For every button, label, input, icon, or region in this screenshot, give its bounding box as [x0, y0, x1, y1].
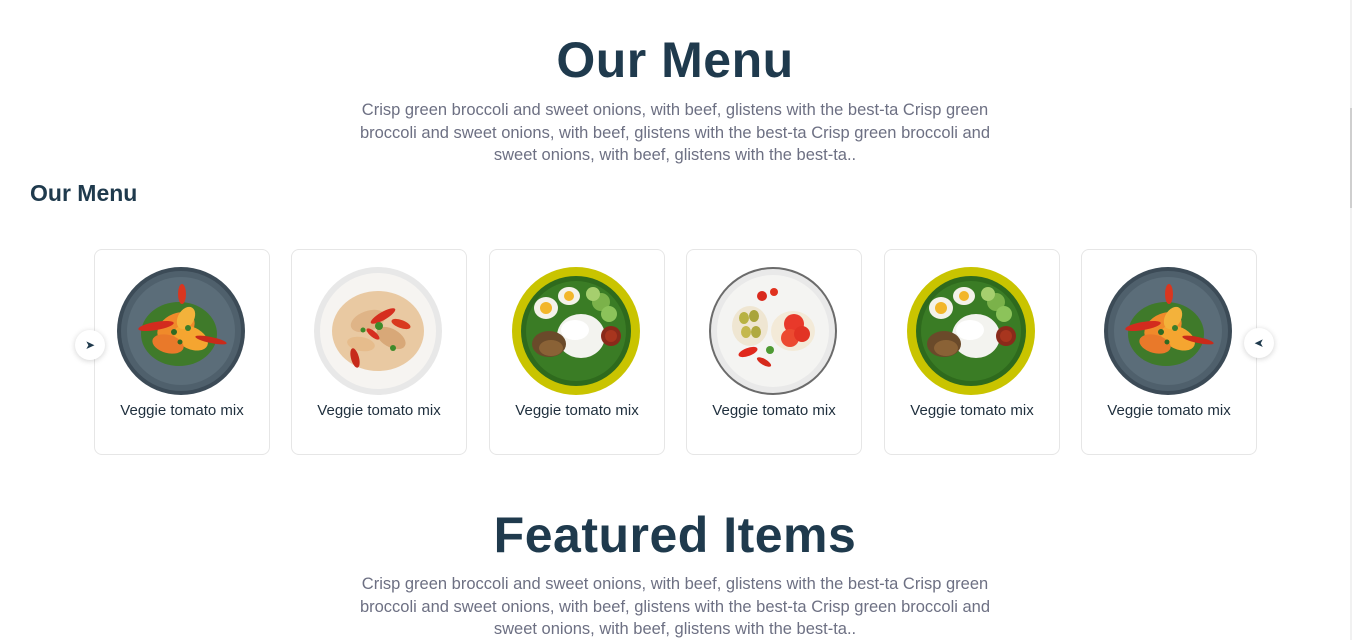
dish-image-tomato-salad: [708, 266, 838, 396]
carousel-next-button[interactable]: ➤: [1244, 328, 1274, 358]
menu-card-label: Veggie tomato mix: [515, 402, 639, 419]
page: Our Menu Crisp green broccoli and sweet …: [0, 0, 1352, 640]
menu-card-label: Veggie tomato mix: [120, 402, 244, 419]
dish-image-rice-egg: [511, 266, 641, 396]
menu-card[interactable]: Veggie tomato mix: [1081, 249, 1257, 455]
menu-card[interactable]: Veggie tomato mix: [291, 249, 467, 455]
arrow-right-icon: ➤: [84, 338, 96, 352]
dish-image-grilled-vegetables: [116, 266, 246, 396]
menu-sub-heading: Our Menu: [30, 180, 138, 206]
arrow-left-icon: ➤: [1253, 336, 1265, 350]
menu-card[interactable]: Veggie tomato mix: [94, 249, 270, 455]
menu-carousel: Veggie tomato mix Veggie tomato mix Vegg…: [94, 249, 1257, 455]
featured-section-title: Featured Items: [493, 507, 857, 563]
dish-image-spicy-noodles: [313, 266, 443, 396]
dish-image-grilled-vegetables: [1103, 266, 1233, 396]
menu-card-label: Veggie tomato mix: [317, 402, 441, 419]
menu-card-label: Veggie tomato mix: [910, 402, 1034, 419]
menu-card[interactable]: Veggie tomato mix: [884, 249, 1060, 455]
menu-section-title: Our Menu: [556, 32, 794, 88]
carousel-prev-button[interactable]: ➤: [75, 330, 105, 360]
menu-card[interactable]: Veggie tomato mix: [686, 249, 862, 455]
menu-section-description: Crisp green broccoli and sweet onions, w…: [359, 101, 991, 164]
menu-card-label: Veggie tomato mix: [1107, 402, 1231, 419]
menu-card[interactable]: Veggie tomato mix: [489, 249, 665, 455]
featured-section-description: Crisp green broccoli and sweet onions, w…: [359, 575, 991, 638]
menu-card-label: Veggie tomato mix: [712, 402, 836, 419]
dish-image-rice-egg: [906, 266, 1036, 396]
